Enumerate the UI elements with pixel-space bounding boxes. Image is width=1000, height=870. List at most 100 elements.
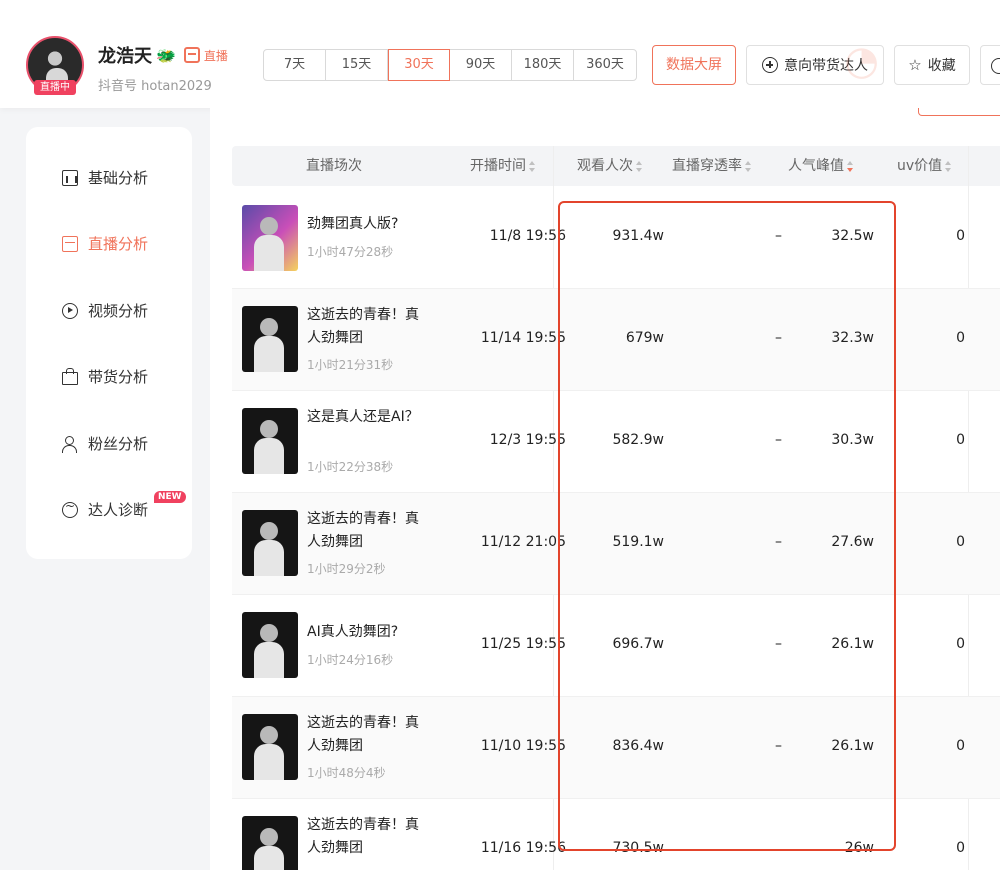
live-tag-icon (183, 47, 200, 63)
col-header-label: 开播时间 (470, 158, 526, 174)
more-button[interactable] (980, 45, 1000, 85)
col-header-start-time[interactable]: 开播时间 (470, 146, 536, 186)
col-header-session: 直播场次 (306, 158, 362, 174)
live-thumbnail[interactable] (242, 816, 298, 870)
star-icon: ☆ (908, 56, 922, 74)
live-title[interactable]: 这是真人还是AI？ (307, 406, 422, 429)
col-header-label: 直播穿透率 (672, 158, 742, 174)
col-header-uv[interactable]: uv价值 (897, 146, 952, 186)
range-90d-button[interactable]: 90天 (450, 50, 512, 80)
live-thumbnail[interactable] (242, 205, 298, 271)
col-header-label: uv价值 (897, 158, 943, 174)
watermark-icon: ◔ (844, 45, 879, 84)
table-row[interactable]: 这逝去的青春！真人劲舞团 11/16 19:56 730.5w 26w 0 (232, 799, 1000, 870)
sidebar-item-diagnosis[interactable]: 达人诊断 (62, 499, 148, 520)
uv-value: 0 (956, 534, 965, 550)
uv-value: 0 (956, 738, 965, 754)
range-7d-button[interactable]: 7天 (264, 50, 326, 80)
live-thumbnail[interactable] (242, 306, 298, 372)
live-thumbnail[interactable] (242, 408, 298, 474)
table-header: 直播场次 开播时间 观看人次 直播穿透率 人气峰值 uv价值 (232, 146, 1000, 186)
sidebar-item-label: 达人诊断 (88, 501, 149, 519)
peak: 26.1w (831, 738, 874, 754)
table-row[interactable]: 这逝去的青春！真人劲舞团 1小时48分4秒 11/10 19:55 836.4w… (232, 697, 1000, 799)
live-title[interactable]: AI真人劲舞团? (307, 621, 422, 644)
cropped-button[interactable] (918, 108, 1000, 116)
live-duration: 1小时29分2秒 (307, 562, 386, 576)
live-title[interactable]: 这逝去的青春！真人劲舞团 (307, 814, 422, 860)
sidebar-item-label: 基础分析 (88, 169, 149, 187)
live-title[interactable]: 劲舞团真人版? (307, 213, 422, 236)
live-duration: 1小时47分28秒 (307, 245, 394, 259)
live-table-card: 直播场次 开播时间 观看人次 直播穿透率 人气峰值 uv价值 劲舞团真人版? 1… (210, 108, 1000, 870)
live-thumbnail[interactable] (242, 510, 298, 576)
name-row: 龙浩天 🐲 直播 (98, 42, 228, 68)
pulse-icon (62, 499, 78, 518)
penetration: – (775, 636, 782, 652)
range-30d-button[interactable]: 30天 (388, 49, 450, 81)
live-duration: 1小时21分31秒 (307, 358, 394, 372)
table-row[interactable]: 这是真人还是AI？ 1小时22分38秒 12/3 19:55 582.9w – … (232, 391, 1000, 493)
live-duration: 1小时48分4秒 (307, 766, 386, 780)
table-row[interactable]: 这逝去的青春！真人劲舞团 1小时29分2秒 11/12 21:05 519.1w… (232, 493, 1000, 595)
views: 931.4w (612, 228, 664, 244)
favorite-button[interactable]: ☆ 收藏 (894, 45, 970, 85)
views: 696.7w (612, 636, 664, 652)
date-range-group: 7天 15天 30天 90天 180天 360天 (263, 49, 637, 81)
sidebar-item-fan-analysis[interactable]: 粉丝分析 (62, 433, 148, 454)
avatar-wrap[interactable]: 直播中 (24, 36, 88, 95)
uv-value: 0 (956, 432, 965, 448)
col-header-label: 人气峰值 (788, 158, 844, 174)
new-badge: NEW (154, 491, 186, 503)
peak: 32.3w (831, 330, 874, 346)
douyin-id: 抖音号 hotan2029 (98, 79, 212, 94)
live-thumbnail[interactable] (242, 612, 298, 678)
views: 730.5w (612, 840, 664, 856)
table-row[interactable]: AI真人劲舞团? 1小时24分16秒 11/25 19:55 696.7w – … (232, 595, 1000, 697)
range-15d-button[interactable]: 15天 (326, 50, 388, 80)
table-row[interactable]: 劲舞团真人版? 1小时47分28秒 11/8 19:56 931.4w – 32… (232, 187, 1000, 289)
live-duration: 1小时22分38秒 (307, 460, 394, 474)
plus-circle-icon (762, 57, 778, 73)
col-header-penetration[interactable]: 直播穿透率 (672, 146, 752, 186)
peak: 30.3w (831, 432, 874, 448)
data-screen-button[interactable]: 数据大屏 (652, 45, 736, 85)
sort-icon (945, 160, 952, 172)
intent-influencer-button[interactable]: 意向带货达人 ◔ (746, 45, 884, 85)
sort-icon (745, 160, 752, 172)
views: 582.9w (612, 432, 664, 448)
range-360d-button[interactable]: 360天 (574, 50, 636, 80)
sidebar-item-video-analysis[interactable]: 视频分析 (62, 300, 148, 321)
col-header-views[interactable]: 观看人次 (577, 146, 643, 186)
bar-chart-icon (62, 169, 78, 186)
table-row[interactable]: 这逝去的青春！真人劲舞团 1小时21分31秒 11/14 19:55 679w … (232, 289, 1000, 391)
user-name: 龙浩天 (98, 46, 152, 67)
user-icon (62, 435, 78, 453)
live-tag-text: 直播 (203, 48, 228, 63)
sort-desc-icon (847, 160, 854, 172)
favorite-label: 收藏 (927, 58, 956, 74)
bag-icon (62, 368, 78, 385)
range-180d-button[interactable]: 180天 (512, 50, 574, 80)
sidebar-item-sales-analysis[interactable]: 带货分析 (62, 366, 148, 387)
col-header-label: 观看人次 (577, 158, 633, 174)
sidebar-item-live-analysis[interactable]: 直播分析 (62, 233, 148, 254)
peak: 32.5w (831, 228, 874, 244)
penetration: – (775, 534, 782, 550)
live-thumbnail[interactable] (242, 714, 298, 780)
dragon-icon: 🐲 (156, 45, 176, 65)
uv-value: 0 (956, 330, 965, 346)
live-title[interactable]: 这逝去的青春！真人劲舞团 (307, 304, 422, 350)
live-duration: 1小时24分16秒 (307, 653, 394, 667)
live-title[interactable]: 这逝去的青春！真人劲舞团 (307, 712, 422, 758)
peak: 26.1w (831, 636, 874, 652)
live-icon (62, 235, 78, 252)
sort-icon (529, 160, 536, 172)
sidebar-item-basic-analysis[interactable]: 基础分析 (62, 167, 148, 188)
live-title[interactable]: 这逝去的青春！真人劲舞团 (307, 508, 422, 554)
col-header-peak[interactable]: 人气峰值 (788, 146, 854, 186)
peak: 26w (844, 840, 874, 856)
start-time: 11/25 19:55 (480, 636, 566, 652)
sidebar-item-label: 直播分析 (88, 235, 149, 253)
sidebar: 基础分析 直播分析 视频分析 带货分析 粉丝分析 达人诊断 NEW (26, 127, 192, 559)
